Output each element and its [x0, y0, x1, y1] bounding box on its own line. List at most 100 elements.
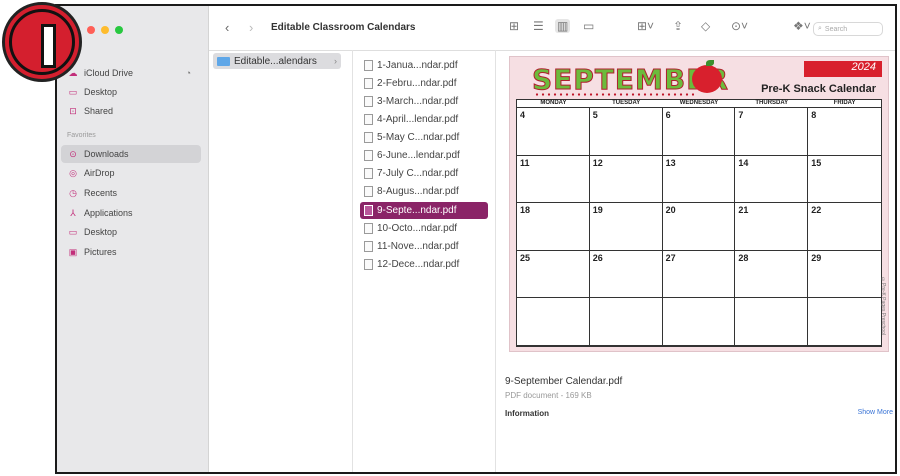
file-item-selected[interactable]: 9-Septe...ndar.pdf	[360, 202, 488, 219]
calendar-day-cell: 27	[662, 250, 736, 299]
apple-icon	[692, 60, 722, 93]
sidebar-item-label: Desktop	[84, 87, 118, 97]
file-item[interactable]: 11-Nove...ndar.pdf	[360, 238, 488, 255]
sidebar-item-shared[interactable]: ⊡ Shared	[61, 102, 201, 120]
file-item[interactable]: 6-June...lendar.pdf	[360, 147, 488, 164]
tag-icon[interactable]: ◇	[701, 19, 710, 33]
calendar-day-cell: 19	[589, 203, 663, 251]
sidebar-item-downloads[interactable]: ⊙ Downloads	[61, 145, 201, 163]
calendar-day-cell: 26	[589, 250, 663, 299]
sidebar-item-recents[interactable]: ◷ Recents	[61, 184, 201, 202]
chevron-right-icon: ›	[334, 56, 337, 66]
calendar-day-cell: 4	[517, 108, 590, 156]
pdf-file-icon	[364, 259, 373, 270]
calendar-day-header: MONDAY	[517, 100, 590, 108]
folder-column: Editable...alendars ›	[209, 50, 353, 472]
pdf-file-icon	[364, 96, 373, 107]
group-by-icon[interactable]: ⊞˅	[637, 19, 654, 33]
file-item[interactable]: 12-Dece...ndar.pdf	[360, 256, 488, 273]
sidebar-item-label: Pictures	[84, 247, 117, 257]
calendar-day-cell	[589, 298, 663, 346]
pictures-icon: ▣	[68, 246, 78, 257]
close-button[interactable]	[87, 26, 95, 34]
list-view-icon[interactable]: ☰	[533, 19, 544, 33]
sidebar-item-airdrop[interactable]: ◎ AirDrop	[61, 164, 201, 182]
preview-filename: 9-September Calendar.pdf	[505, 376, 623, 387]
calendar-day-cell: 7	[735, 108, 809, 156]
preview-kind: PDF document - 169 KB	[505, 391, 592, 400]
file-label: 12-Dece...ndar.pdf	[377, 259, 460, 270]
pdf-file-icon	[364, 223, 373, 234]
file-item[interactable]: 1-Janua...ndar.pdf	[360, 57, 488, 74]
icon-view-icon[interactable]: ⊞	[509, 19, 519, 33]
preview-pane: SEPTEMBER 2024 Pre-K Snack Calendar MOND…	[495, 50, 895, 472]
pdf-file-icon	[364, 78, 373, 89]
calendar-day-cell: 14	[735, 155, 809, 204]
calendar-day-header: THURSDAY	[735, 100, 809, 108]
applications-icon: ⅄	[70, 207, 76, 218]
numeral-one-glyph	[41, 24, 56, 68]
file-item[interactable]: 2-Febru...ndar.pdf	[360, 75, 488, 92]
calendar-day-cell: 13	[662, 155, 736, 204]
sidebar-item-pictures[interactable]: ▣ Pictures	[61, 243, 201, 261]
dropbox-icon[interactable]: ❖˅	[793, 19, 811, 33]
back-icon[interactable]: ‹	[225, 20, 229, 35]
gallery-view-icon[interactable]: ▭	[583, 19, 594, 33]
calendar-day-cell: 6	[662, 108, 736, 156]
zoom-button[interactable]	[115, 26, 123, 34]
step-number-badge	[2, 2, 82, 82]
calendar-day-cell: 21	[735, 203, 809, 251]
pdf-file-icon	[364, 205, 373, 216]
file-item[interactable]: 7-July C...ndar.pdf	[360, 165, 488, 182]
file-item[interactable]: 3-March...ndar.pdf	[360, 93, 488, 110]
file-label: 10-Octo...ndar.pdf	[377, 223, 458, 234]
minimize-button[interactable]	[101, 26, 109, 34]
sidebar-item-desktop-fav[interactable]: ▭ Desktop	[61, 223, 201, 241]
desktop-icon: ▭	[68, 86, 78, 97]
files-column: 1-Janua...ndar.pdf 2-Febru...ndar.pdf 3-…	[352, 50, 496, 472]
share-icon[interactable]: ⇪	[673, 19, 683, 33]
calendar-day-header: WEDNESDAY	[662, 100, 736, 108]
pdf-file-icon	[364, 132, 373, 143]
file-item[interactable]: 4-April...lendar.pdf	[360, 111, 488, 128]
window-controls	[87, 26, 123, 34]
file-label: 9-Septe...ndar.pdf	[377, 205, 457, 216]
calendar-thumbnail[interactable]: SEPTEMBER 2024 Pre-K Snack Calendar MOND…	[509, 56, 889, 352]
column-view-icon[interactable]: ▥	[555, 19, 571, 33]
calendar-subtitle: Pre-K Snack Calendar	[761, 83, 876, 95]
folder-icon	[217, 56, 230, 66]
file-label: 7-July C...ndar.pdf	[377, 168, 459, 179]
file-item[interactable]: 8-Augus...ndar.pdf	[360, 183, 488, 200]
calendar-day-cell	[517, 298, 590, 346]
search-placeholder: Search	[824, 25, 848, 33]
sidebar-item-icloud-drive[interactable]: ☁ iCloud Drive ◔	[61, 64, 201, 82]
badge-ring	[9, 9, 75, 75]
calendar-day-header: TUESDAY	[589, 100, 663, 108]
sidebar-item-applications[interactable]: ⅄ Applications	[61, 204, 201, 222]
more-actions-icon[interactable]: ⊙˅	[731, 19, 748, 33]
sidebar-item-label: Downloads	[84, 149, 129, 159]
calendar-day-cell: 22	[808, 203, 881, 251]
sidebar-item-desktop[interactable]: ▭ Desktop	[61, 83, 201, 101]
search-icon: ⌕	[818, 25, 822, 32]
search-field[interactable]: ⌕ Search	[813, 22, 883, 36]
pdf-file-icon	[364, 114, 373, 125]
calendar-day-cell: 28	[735, 250, 809, 299]
show-more-link[interactable]: Show More	[858, 409, 893, 416]
window-title: Editable Classroom Calendars	[271, 22, 416, 33]
calendar-day-cell	[662, 298, 736, 346]
file-label: 4-April...lendar.pdf	[377, 114, 459, 125]
pdf-file-icon	[364, 186, 373, 197]
desktop-icon: ▭	[68, 226, 78, 237]
folder-item[interactable]: Editable...alendars ›	[213, 53, 341, 69]
file-item[interactable]: 5-May C...ndar.pdf	[360, 129, 488, 146]
calendar-day-cell: 12	[589, 155, 663, 204]
progress-icon: ◔	[185, 68, 191, 78]
file-label: 11-Nove...ndar.pdf	[377, 241, 459, 252]
calendar-day-header: FRIDAY	[808, 100, 881, 108]
sidebar-item-label: Recents	[84, 188, 118, 198]
file-item[interactable]: 10-Octo...ndar.pdf	[360, 220, 488, 237]
sidebar-item-label: Applications	[84, 208, 133, 218]
sidebar-item-label: AirDrop	[84, 168, 115, 178]
forward-icon[interactable]: ›	[249, 20, 253, 35]
